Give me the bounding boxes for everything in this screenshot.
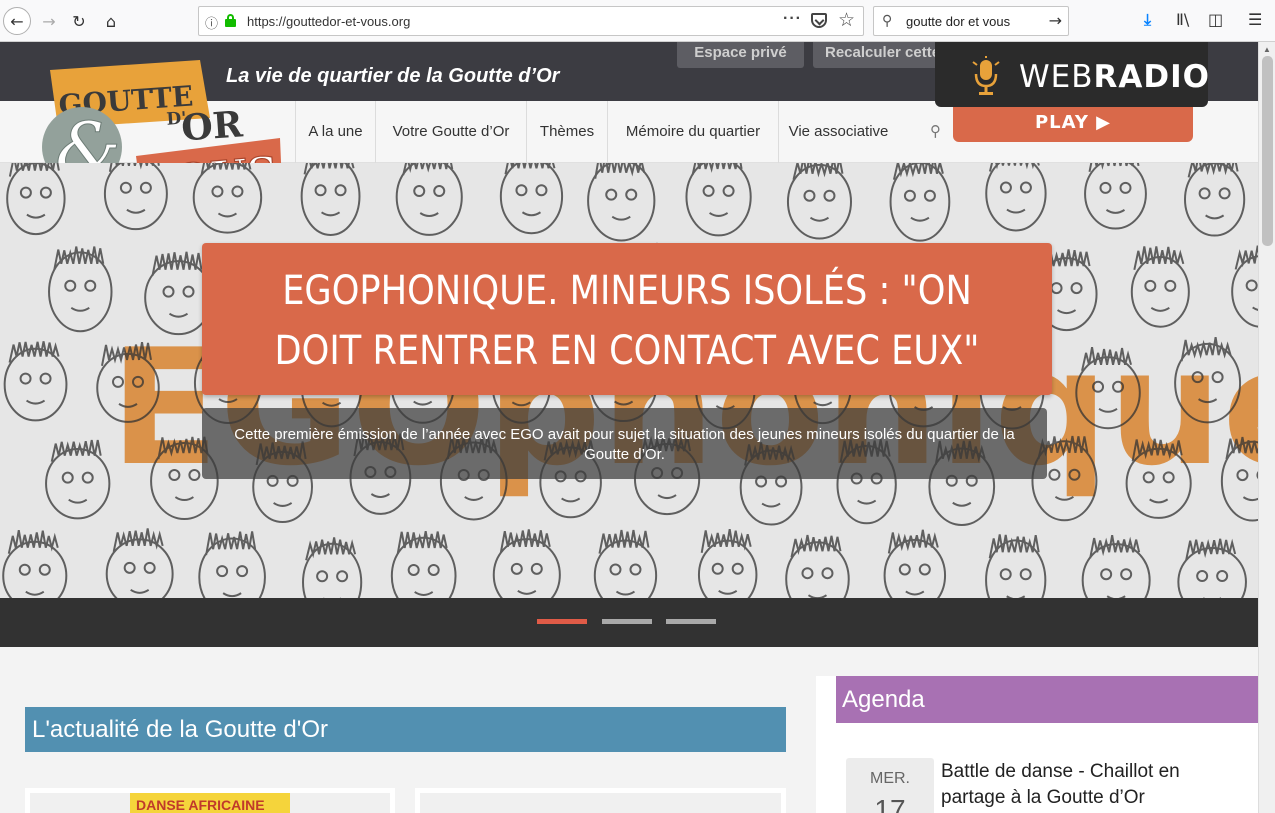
slide-indicator-1[interactable] — [537, 619, 587, 624]
hero-headline-line1: EGOPHONIQUE. MINEURS ISOLÉS : "ON — [282, 268, 972, 314]
webradio-web: WEB — [1019, 59, 1094, 95]
news-card-2[interactable] — [415, 788, 786, 813]
url-bar[interactable]: ⓘ https://gouttedor-et-vous.org ··· ☆ — [198, 6, 864, 36]
play-button[interactable]: PLAY ▶ — [953, 107, 1193, 142]
scroll-thumb[interactable] — [1262, 56, 1273, 246]
lock-icon[interactable] — [225, 14, 236, 27]
hero-headline[interactable]: EGOPHONIQUE. MINEURS ISOLÉS : "ON DOIT R… — [253, 261, 1001, 381]
logo-text-or: OR — [180, 103, 245, 149]
page-actions-icon[interactable]: ··· — [783, 10, 802, 28]
event-date-badge: MER. 17 — [846, 758, 934, 813]
bookmark-star-icon[interactable]: ☆ — [838, 9, 855, 31]
nav-item-memoire-du-quartier[interactable]: Mémoire du quartier — [607, 101, 778, 163]
forward-icon[interactable]: → — [36, 8, 62, 34]
reload-icon[interactable]: ↻ — [66, 8, 92, 34]
private-space-button[interactable]: Espace privé — [677, 42, 804, 68]
site-search-icon[interactable]: ⚲ — [930, 122, 941, 140]
webradio-widget[interactable]: WEBRADIO — [935, 42, 1210, 107]
nav-item-a-la-une[interactable]: A la une — [295, 101, 375, 163]
headline-box[interactable]: EGOPHONIQUE. MINEURS ISOLÉS : "ON DOIT R… — [202, 243, 1052, 395]
event-date: 17 — [874, 794, 906, 813]
news-card-2-body — [420, 793, 781, 813]
download-icon[interactable]: ⤓ — [1144, 10, 1151, 30]
news-card-1-thumbnail[interactable]: DANSE AFRICAINE — [130, 793, 290, 813]
search-query[interactable]: goutte dor et vous — [906, 14, 1010, 29]
scroll-up-icon[interactable]: ▲ — [1263, 45, 1271, 54]
nav-item-vie-associative[interactable]: Vie associative — [778, 101, 898, 163]
agenda-section-title: Agenda — [842, 686, 925, 713]
slider-indicators — [0, 598, 1258, 647]
go-arrow-icon[interactable]: → — [1049, 11, 1062, 30]
hero-slider[interactable]: EGOphonique EGOPHONIQUE. MINEURS ISOLÉS … — [0, 163, 1258, 598]
hamburger-menu-icon[interactable]: ☰ — [1248, 10, 1262, 29]
page-scrollbar[interactable]: ▲ — [1258, 42, 1275, 813]
hero-headline-line2: DOIT RENTRER EN CONTACT AVEC EUX" — [274, 328, 980, 374]
event-title-link[interactable]: Battle de danse - Chaillot en partage à … — [941, 759, 1241, 811]
library-icon[interactable]: Ⅱ\ — [1176, 10, 1189, 29]
search-icon: ⚲ — [882, 13, 893, 29]
news-section-title: L'actualité de la Goutte d'Or — [32, 716, 329, 743]
event-day: MER. — [870, 770, 910, 787]
news-card-1[interactable]: DANSE AFRICAINE — [25, 788, 395, 813]
hero-caption: Cette première émission de l’année avec … — [234, 426, 1015, 463]
agenda-section-header: Agenda — [836, 676, 1258, 723]
slide-indicator-2[interactable] — [602, 619, 652, 624]
url-text[interactable]: https://gouttedor-et-vous.org — [247, 14, 410, 29]
search-input[interactable]: ⚲ goutte dor et vous → — [873, 6, 1069, 36]
website: La vie de quartier de la Goutte d’Or Esp… — [0, 42, 1258, 813]
sidebar-icon[interactable]: ◫ — [1208, 10, 1223, 29]
home-icon[interactable]: ⌂ — [98, 8, 124, 34]
slide-indicator-3[interactable] — [666, 619, 716, 624]
info-icon[interactable]: ⓘ — [205, 13, 218, 32]
recalculate-page-button[interactable]: Recalculer cette page — [813, 42, 953, 68]
webradio-label: WEBRADIO — [1019, 59, 1210, 95]
news-card-1-thumb-text: DANSE AFRICAINE — [136, 797, 265, 813]
nav-item-votre-goutte-dor[interactable]: Votre Goutte d’Or — [375, 101, 526, 163]
hero-caption-box: Cette première émission de l’année avec … — [202, 408, 1047, 479]
news-section-header: L'actualité de la Goutte d'Or — [25, 707, 786, 752]
microphone-icon — [972, 56, 1000, 95]
nav-item-themes[interactable]: Thèmes — [526, 101, 607, 163]
browser-toolbar: ← → ↻ ⌂ ⓘ https://gouttedor-et-vous.org … — [0, 0, 1275, 42]
back-icon[interactable]: ← — [3, 7, 31, 35]
pocket-icon[interactable] — [811, 13, 827, 28]
webradio-radio: RADIO — [1093, 59, 1210, 95]
